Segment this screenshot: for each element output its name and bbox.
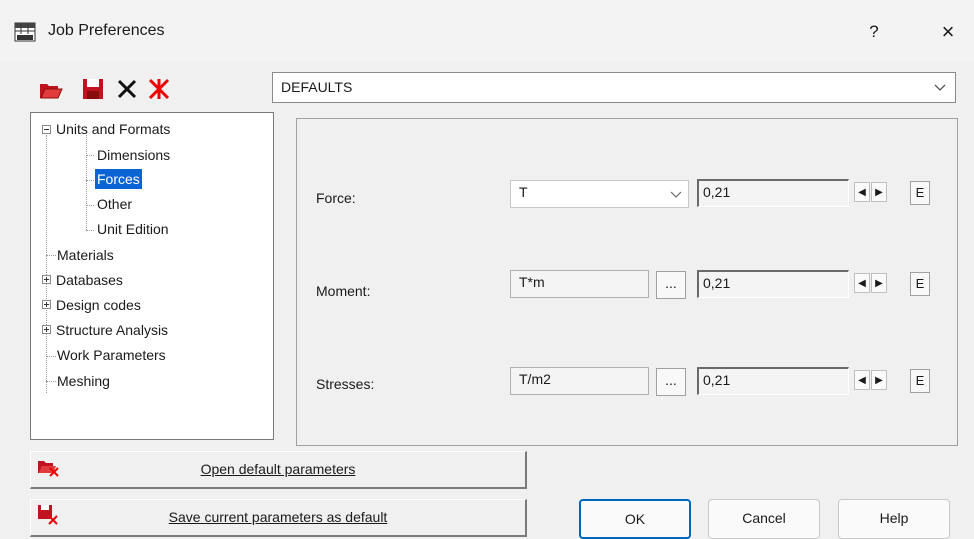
- expand-icon[interactable]: [42, 325, 51, 334]
- tree-item-work-parameters[interactable]: Work Parameters: [57, 345, 166, 365]
- expand-icon[interactable]: [42, 300, 51, 309]
- tree-item-dimensions[interactable]: Dimensions: [97, 145, 170, 165]
- preset-combo[interactable]: DEFAULTS: [272, 72, 956, 103]
- open-default-parameters-label: Open default parameters: [200, 461, 356, 477]
- moment-precision-spinner[interactable]: ◀ ▶: [853, 271, 891, 297]
- save-icon[interactable]: [80, 76, 106, 102]
- force-precision-spinner[interactable]: ◀ ▶: [853, 180, 891, 206]
- help-button[interactable]: Help: [838, 499, 950, 539]
- collapse-icon[interactable]: [42, 125, 51, 134]
- tree-item-unit-edition[interactable]: Unit Edition: [97, 219, 169, 239]
- stresses-unit-browse-button[interactable]: ...: [656, 368, 686, 396]
- tree-item-meshing[interactable]: Meshing: [57, 371, 110, 391]
- tree-guide: [46, 255, 56, 256]
- close-button[interactable]: ×: [930, 14, 966, 50]
- force-unit-select[interactable]: T: [510, 180, 689, 208]
- force-exponent-button[interactable]: E: [910, 181, 930, 205]
- chevron-down-icon[interactable]: [670, 187, 682, 203]
- help-title-button[interactable]: ?: [856, 14, 892, 50]
- chevron-down-icon[interactable]: [933, 80, 947, 94]
- tree-guide: [86, 155, 94, 156]
- window-title: Job Preferences: [48, 22, 165, 39]
- open-folder-icon[interactable]: [38, 76, 64, 102]
- stresses-precision-field[interactable]: 0,21: [697, 367, 849, 395]
- moment-precision-field[interactable]: 0,21: [697, 270, 849, 298]
- tree-guide: [86, 180, 94, 181]
- tree-item-other[interactable]: Other: [97, 194, 132, 214]
- reset-icon[interactable]: [146, 76, 172, 102]
- open-default-parameters-button[interactable]: Open default parameters: [30, 451, 527, 489]
- arrow-right-icon[interactable]: ▶: [871, 182, 887, 202]
- arrow-left-icon[interactable]: ◀: [854, 273, 870, 293]
- arrow-right-icon[interactable]: ▶: [871, 370, 887, 390]
- tree-item-forces[interactable]: Forces: [95, 169, 142, 189]
- delete-icon[interactable]: [114, 76, 140, 102]
- tree-item-units-and-formats[interactable]: Units and Formats: [56, 119, 170, 139]
- stresses-unit-field: T/m2: [510, 367, 649, 395]
- force-unit-value: T: [519, 184, 528, 200]
- app-icon: [14, 22, 36, 42]
- expand-icon[interactable]: [42, 275, 51, 284]
- tree-guide: [46, 381, 56, 382]
- stresses-exponent-button[interactable]: E: [910, 369, 930, 393]
- tree-guide: [46, 356, 56, 357]
- tree-guide: [86, 205, 94, 206]
- moment-unit-field: T*m: [510, 270, 649, 298]
- force-precision-field[interactable]: 0,21: [697, 179, 849, 207]
- stresses-precision-spinner[interactable]: ◀ ▶: [853, 368, 891, 394]
- tree-item-structure-analysis[interactable]: Structure Analysis: [56, 320, 168, 340]
- tree-guide: [46, 135, 47, 393]
- force-label: Force:: [316, 190, 356, 206]
- category-tree[interactable]: Units and Formats Dimensions Forces Othe…: [30, 112, 274, 440]
- tree-item-databases[interactable]: Databases: [56, 270, 123, 290]
- tree-item-materials[interactable]: Materials: [57, 245, 114, 265]
- cancel-button[interactable]: Cancel: [708, 499, 820, 539]
- stresses-label: Stresses:: [316, 376, 375, 392]
- save-as-default-label: Save current parameters as default: [168, 509, 388, 525]
- tree-guide: [86, 230, 94, 231]
- tree-guide: [86, 135, 87, 230]
- preset-combo-value: DEFAULTS: [281, 79, 353, 95]
- tree-item-design-codes[interactable]: Design codes: [56, 295, 141, 315]
- moment-unit-browse-button[interactable]: ...: [656, 271, 686, 299]
- arrow-left-icon[interactable]: ◀: [854, 370, 870, 390]
- moment-exponent-button[interactable]: E: [910, 272, 930, 296]
- moment-label: Moment:: [316, 283, 371, 299]
- ok-button[interactable]: OK: [579, 499, 691, 539]
- arrow-left-icon[interactable]: ◀: [854, 182, 870, 202]
- save-as-default-button[interactable]: Save current parameters as default: [30, 499, 527, 537]
- arrow-right-icon[interactable]: ▶: [871, 273, 887, 293]
